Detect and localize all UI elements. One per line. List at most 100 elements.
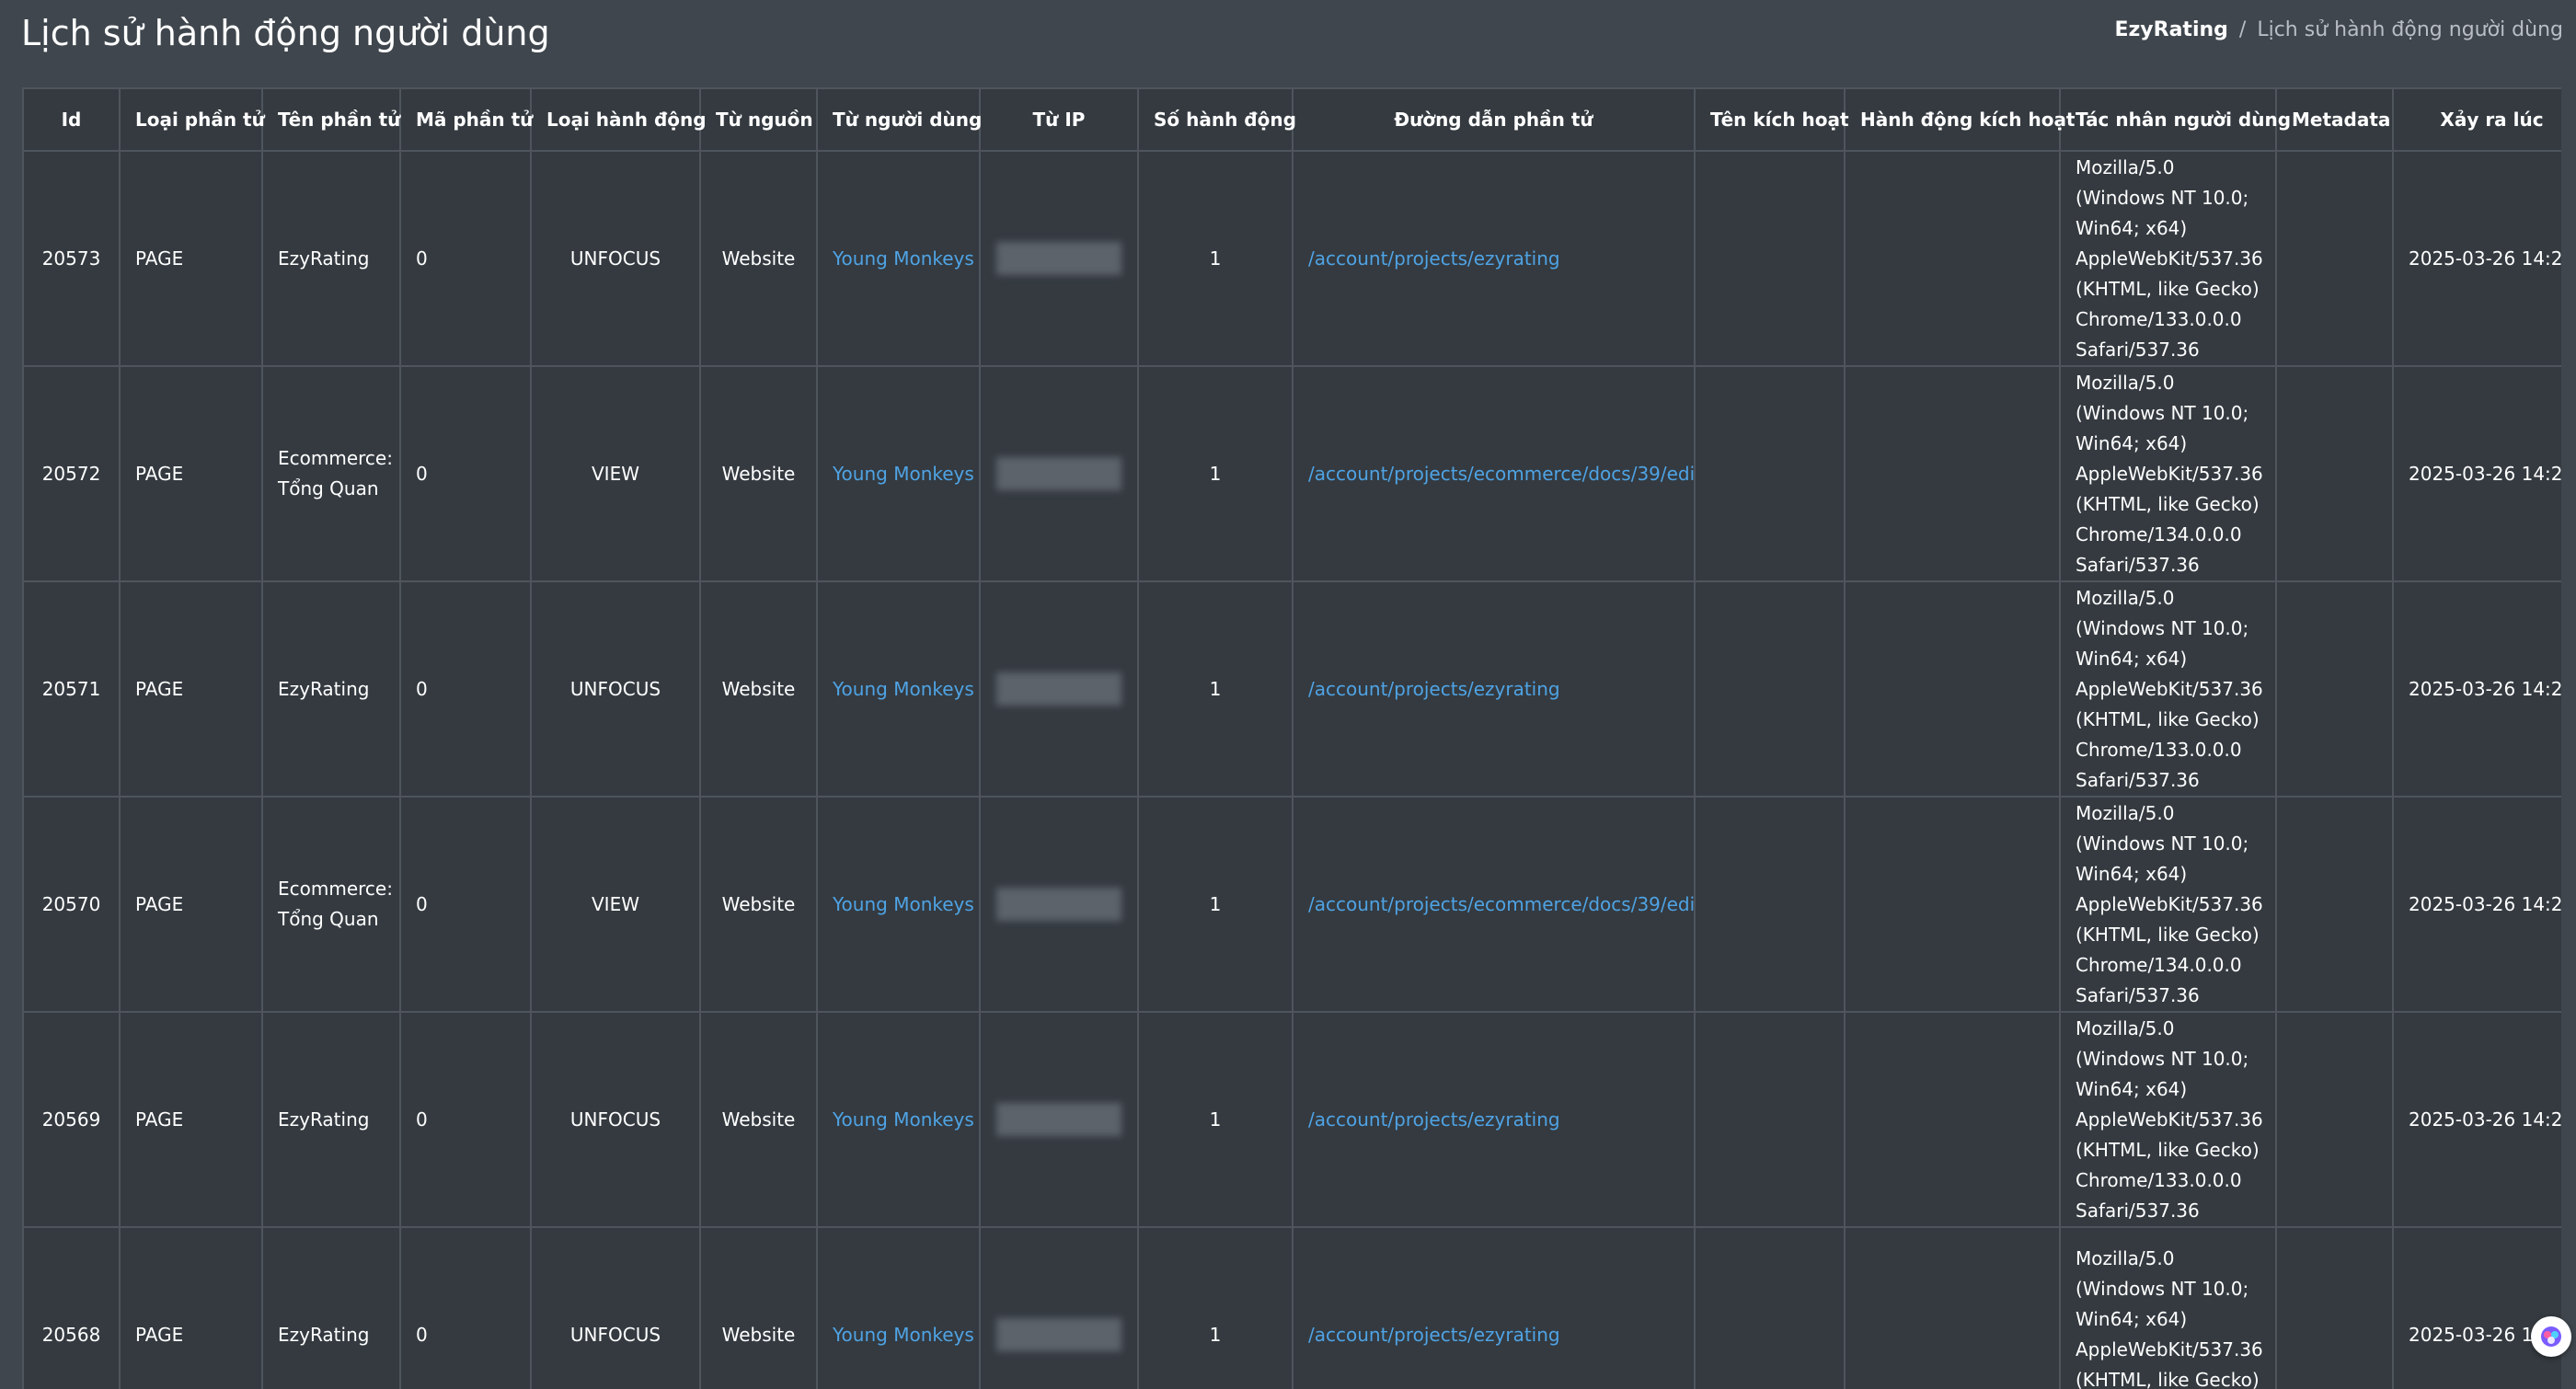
redacted-ip [996,1318,1121,1351]
cell-action-count: 1 [1137,150,1294,367]
cell-id: 20569 [22,1011,121,1228]
cell-element-path: /account/projects/ecommerce/docs/39/edit [1292,365,1696,582]
cell-element-code: 0 [399,796,532,1013]
column-header-occurred-at[interactable]: Xảy ra lúc [2392,87,2561,152]
table-row: 20573 PAGE EzyRating 0 UNFOCUS Website Y… [22,150,2561,367]
column-header-trigger-action[interactable]: Hành động kích hoạt [1844,87,2076,152]
page: Lịch sử hành động người dùng EzyRating /… [0,0,2576,1389]
cell-from-ip [979,365,1139,582]
cell-element-type: PAGE [119,365,263,582]
cell-action-count: 1 [1137,365,1294,582]
cell-trigger-action [1844,365,2061,582]
cell-source: Website [699,796,818,1013]
column-header-from-ip[interactable]: Từ IP [979,87,1139,152]
cell-element-type: PAGE [119,1226,263,1389]
cell-action-count: 1 [1137,580,1294,798]
cell-element-code: 0 [399,1226,532,1389]
cell-action-count: 1 [1137,1011,1294,1228]
cell-action-type: VIEW [530,365,701,582]
cell-trigger-action [1844,580,2061,798]
breadcrumb-separator: / [2238,18,2247,41]
cell-element-path: /account/projects/ezyrating [1292,580,1696,798]
cell-element-name: EzyRating [261,1011,401,1228]
column-header-element-type[interactable]: Loại phần tử [119,87,265,152]
cell-element-path: /account/projects/ecommerce/docs/39/edit [1292,796,1696,1013]
cell-trigger-action [1844,150,2061,367]
column-header-source[interactable]: Từ nguồn [699,87,818,152]
element-path-link[interactable]: /account/projects/ecommerce/docs/39/edit [1308,463,1693,485]
cell-element-type: PAGE [119,150,263,367]
user-link[interactable]: Young Monkeys [833,1108,974,1131]
column-header-metadata[interactable]: Metadata [2275,87,2394,152]
element-path-link[interactable]: /account/projects/ezyrating [1308,678,1560,700]
cell-metadata [2275,580,2394,798]
element-path-link[interactable]: /account/projects/ezyrating [1308,1108,1560,1131]
cell-occurred-at: 2025-03-26 14:28:5 [2392,365,2561,582]
column-header-element-code[interactable]: Mã phần tử [399,87,533,152]
table-row: 20570 PAGE Ecommerce: Tổng Quan 0 VIEW W… [22,796,2561,1013]
element-path-link[interactable]: /account/projects/ecommerce/docs/39/edit [1308,893,1693,915]
user-link[interactable]: Young Monkeys [833,893,974,915]
cell-action-type: UNFOCUS [530,580,701,798]
cell-element-path: /account/projects/ezyrating [1292,1011,1696,1228]
cell-from-user: Young Monkeys [816,1011,981,1228]
cell-from-ip [979,580,1139,798]
chat-widget-button[interactable] [2531,1316,2571,1357]
user-link[interactable]: Young Monkeys [833,247,974,270]
cell-user-agent: Mozilla/5.0 (Windows NT 10.0; Win64; x64… [2059,365,2277,582]
page-title: Lịch sử hành động người dùng [21,13,550,53]
cell-element-code: 0 [399,1011,532,1228]
column-header-from-user[interactable]: Từ người dùng [816,87,982,152]
cell-from-user: Young Monkeys [816,365,981,582]
cell-trigger-name [1694,796,1846,1013]
cell-action-type: UNFOCUS [530,1226,701,1389]
cell-id: 20570 [22,796,121,1013]
cell-trigger-name [1694,580,1846,798]
cell-id: 20568 [22,1226,121,1389]
cell-from-user: Young Monkeys [816,150,981,367]
cell-element-type: PAGE [119,796,263,1013]
cell-element-code: 0 [399,150,532,367]
user-link[interactable]: Young Monkeys [833,463,974,485]
cell-from-user: Young Monkeys [816,580,981,798]
table-row: 20568 PAGE EzyRating 0 UNFOCUS Website Y… [22,1226,2561,1389]
table-row: 20571 PAGE EzyRating 0 UNFOCUS Website Y… [22,580,2561,798]
table-container[interactable]: Id Loại phần tử Tên phần tử Mã phần tử L… [22,87,2561,1389]
cell-element-code: 0 [399,365,532,582]
redacted-ip [996,1103,1121,1136]
breadcrumb: EzyRating / Lịch sử hành động người dùng [2114,18,2563,41]
cell-metadata [2275,365,2394,582]
table-header-row: Id Loại phần tử Tên phần tử Mã phần tử L… [22,87,2561,152]
column-header-element-name[interactable]: Tên phần tử [261,87,401,152]
column-header-action-count[interactable]: Số hành động [1137,87,1296,152]
cell-occurred-at: 2025-03-26 14:29:3 [2392,150,2561,367]
column-header-element-path[interactable]: Đường dẫn phần tử [1292,87,1696,152]
breadcrumb-current: Lịch sử hành động người dùng [2257,18,2563,41]
table-row: 20569 PAGE EzyRating 0 UNFOCUS Website Y… [22,1011,2561,1228]
cell-element-name: EzyRating [261,580,401,798]
column-header-trigger-name[interactable]: Tên kích hoạt [1694,87,1849,152]
cell-id: 20572 [22,365,121,582]
redacted-ip [996,242,1121,275]
column-header-id[interactable]: Id [22,87,121,152]
user-link[interactable]: Young Monkeys [833,678,974,700]
column-header-user-agent[interactable]: Tác nhân người dùng [2059,87,2291,152]
element-path-link[interactable]: /account/projects/ezyrating [1308,247,1560,270]
column-header-action-type[interactable]: Loại hành động [530,87,707,152]
cell-source: Website [699,365,818,582]
user-action-history-table: Id Loại phần tử Tên phần tử Mã phần tử L… [22,87,2561,1389]
cell-element-code: 0 [399,580,532,798]
cell-action-count: 1 [1137,796,1294,1013]
cell-trigger-name [1694,150,1846,367]
user-link[interactable]: Young Monkeys [833,1324,974,1346]
cell-action-type: UNFOCUS [530,1011,701,1228]
cell-metadata [2275,1011,2394,1228]
cell-user-agent: Mozilla/5.0 (Windows NT 10.0; Win64; x64… [2059,150,2277,367]
cell-from-ip [979,150,1139,367]
cell-metadata [2275,1226,2394,1389]
element-path-link[interactable]: /account/projects/ezyrating [1308,1324,1560,1346]
breadcrumb-home-link[interactable]: EzyRating [2114,18,2227,41]
cell-occurred-at: 2025-03-26 14:27:5 [2392,1011,2561,1228]
cell-element-path: /account/projects/ezyrating [1292,150,1696,367]
redacted-ip [996,672,1121,706]
